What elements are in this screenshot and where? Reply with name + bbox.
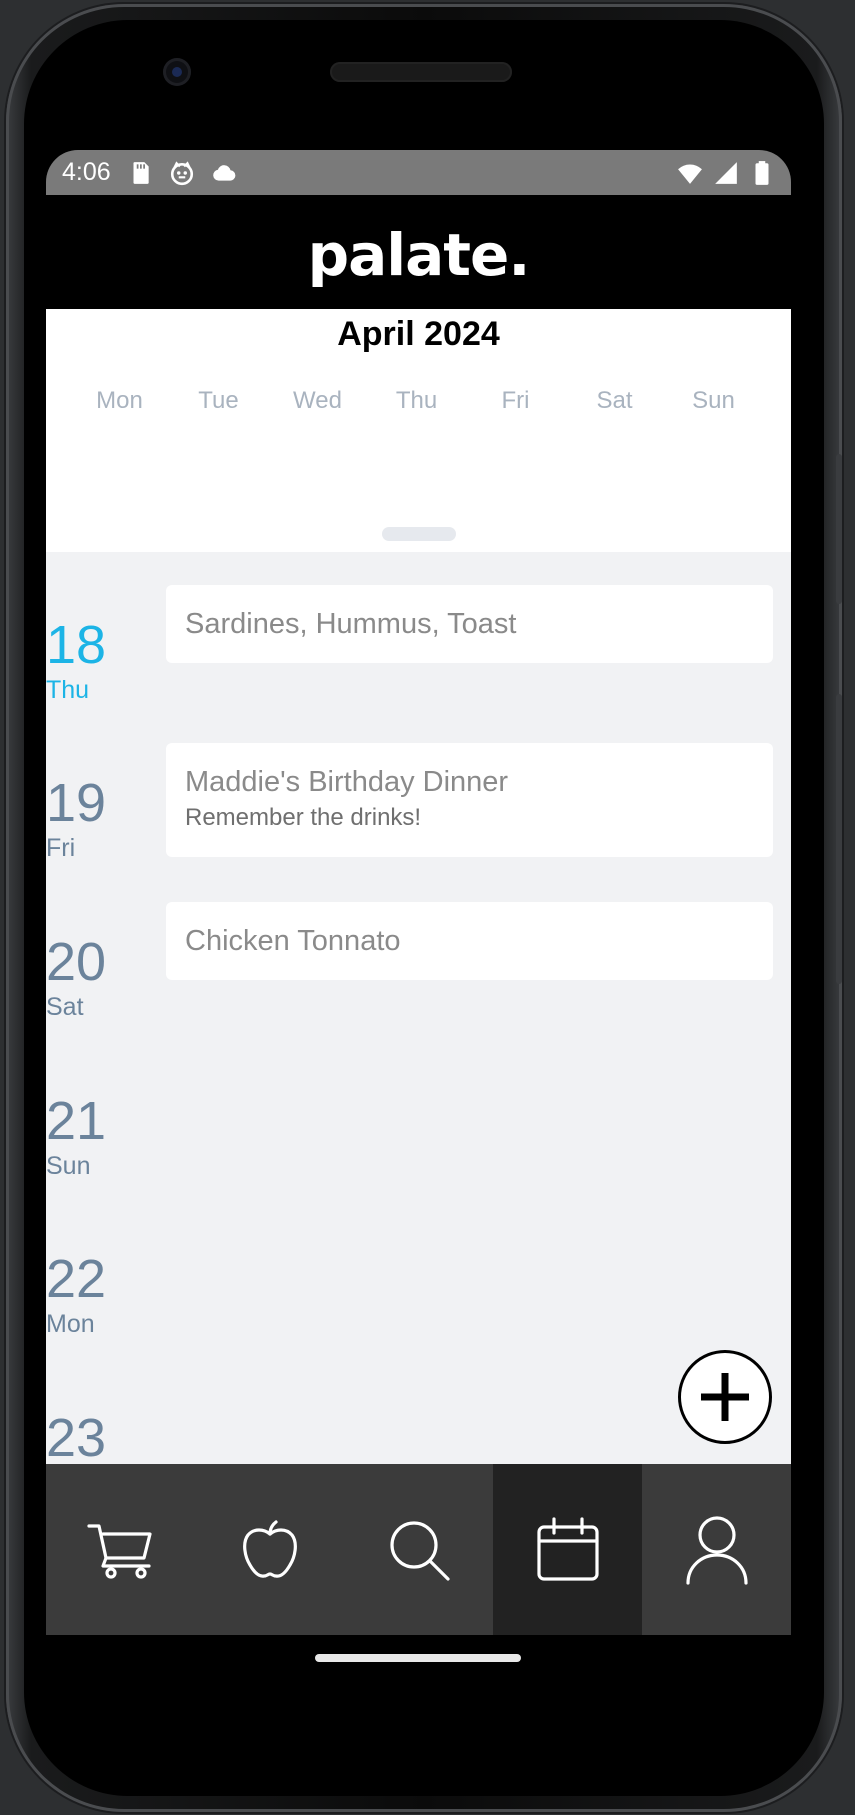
month-title[interactable]: April 2024 [46,315,791,354]
calendar-icon [536,1516,599,1581]
search-icon [389,1520,450,1581]
weekday-sat: Sat [596,387,633,414]
weekday-wed: Wed [293,387,342,414]
day-number: 18 [46,615,107,675]
home-indicator[interactable] [315,1654,521,1662]
event-card[interactable]: Chicken Tonnato [166,902,773,980]
event-title: Sardines, Hummus, Toast [185,608,517,640]
bottom-nav [46,1464,791,1635]
weekday-row: Mon Tue Wed Thu Fri Sat Sun [70,387,763,415]
event-note: Remember the drinks! [185,804,422,831]
nav-ingredients[interactable] [195,1464,344,1635]
day-row: 18 Thu Sardines, Hummus, Toast [46,552,791,710]
front-camera [163,58,191,86]
event-card[interactable]: Sardines, Hummus, Toast [166,585,773,663]
day-name: Mon [46,1310,95,1338]
day-row: 22 Mon [46,1186,791,1344]
day-number: 20 [46,932,107,992]
calendar-drag-handle[interactable] [382,527,456,541]
signal-icon [715,161,737,184]
cloud-icon [212,164,236,181]
day-row: 21 Sun [46,1028,791,1186]
add-meal-button[interactable] [678,1350,772,1444]
weekday-thu: Thu [395,387,438,414]
battery-icon [755,160,769,185]
earpiece-speaker [330,62,512,82]
cart-icon [86,1523,152,1579]
day-number: 19 [46,773,107,833]
day-name: Sun [46,1152,91,1180]
app-header: palate. [46,195,791,309]
day-name: Thu [46,676,90,704]
apple-icon [242,1519,297,1578]
weekday-mon: Mon [96,387,143,414]
day-number: 22 [46,1249,107,1309]
profile-icon [685,1515,748,1585]
app-screen: 4:06 palate. April 2024 Mon Tue Wed Thu … [46,150,791,1635]
volume-button [836,454,842,604]
calendar-header: April 2024 Mon Tue Wed Thu Fri Sat Sun [46,309,791,552]
day-row: 20 Sat Chicken Tonnato [46,869,791,1027]
day-name: Fri [46,834,76,862]
day-row: 19 Fri Maddie's Birthday Dinner Remember… [46,710,791,868]
nav-meal-planner[interactable] [493,1464,642,1635]
event-title: Maddie's Birthday Dinner [185,766,509,798]
sd-card-icon [133,161,149,184]
nav-search[interactable] [344,1464,493,1635]
status-bar: 4:06 [46,150,791,195]
cat-face-icon [170,160,193,185]
weekday-tue: Tue [198,387,239,414]
day-name: Sat [46,993,84,1021]
event-title: Chicken Tonnato [185,925,401,957]
nav-shopping-list[interactable] [46,1464,195,1635]
app-logo: palate. [307,221,531,289]
weekday-fri: Fri [501,387,530,414]
event-card[interactable]: Maddie's Birthday Dinner Remember the dr… [166,743,773,857]
status-time: 4:06 [62,158,111,186]
day-number: 21 [46,1091,107,1151]
weekday-sun: Sun [692,387,735,414]
agenda-list[interactable]: 18 Thu Sardines, Hummus, Toast 19 Fri Ma… [46,552,791,1464]
wifi-icon [678,163,702,184]
plus-icon [701,1373,749,1421]
power-button [836,694,842,984]
day-number: 23 [46,1408,107,1464]
nav-profile[interactable] [642,1464,791,1635]
